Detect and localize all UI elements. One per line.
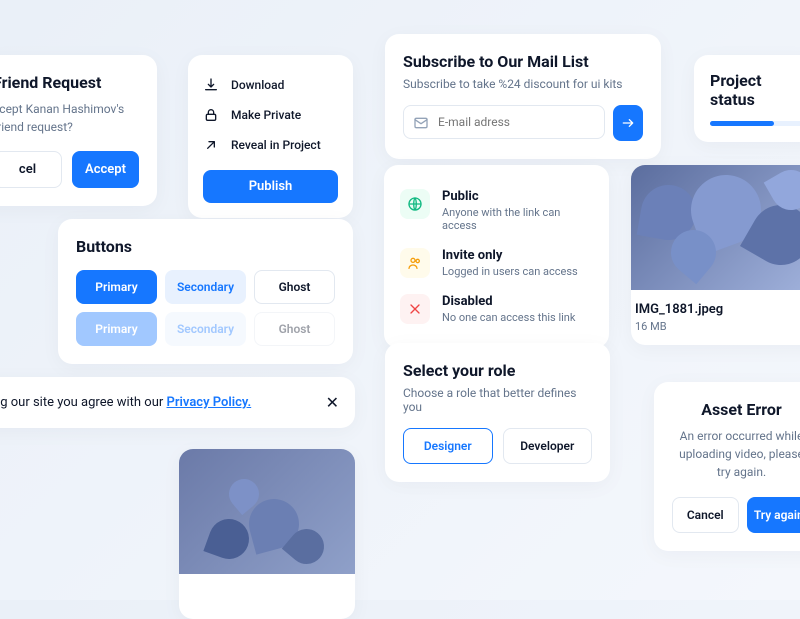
access-disabled-title: Disabled — [442, 294, 575, 309]
access-invite-title: Invite only — [442, 248, 578, 263]
asset-error-card: Asset Error An error occurred while uplo… — [654, 382, 800, 551]
btn-secondary-disabled: Secondary — [165, 312, 246, 346]
mail-icon — [413, 115, 429, 131]
buttons-card: Buttons Primary Secondary Ghost Primary … — [58, 219, 353, 364]
asseterr-cancel-button[interactable]: Cancel — [672, 497, 739, 533]
project-status-card: Project status %65 — [694, 55, 800, 142]
ctx-reveal[interactable]: Reveal in Project — [203, 130, 338, 160]
access-disabled[interactable]: Disabled No one can access this link — [400, 286, 593, 332]
friend-title: Friend Request — [0, 73, 139, 92]
subscribe-card: Subscribe to Our Mail List Subscribe to … — [385, 34, 661, 159]
users-icon — [400, 248, 430, 278]
ctx-make-private[interactable]: Make Private — [203, 100, 338, 130]
privacy-banner: using our site you agree with our Privac… — [0, 377, 355, 428]
ctx-private-label: Make Private — [231, 108, 301, 122]
access-invite[interactable]: Invite only Logged in users can access — [400, 240, 593, 286]
progress-fill — [710, 121, 774, 126]
btn-primary-disabled: Primary — [76, 312, 157, 346]
privacy-text: using our site you agree with our — [0, 395, 167, 410]
projstat-title: Project status — [710, 71, 800, 109]
download-icon — [203, 77, 219, 93]
subscribe-subtitle: Subscribe to take %24 discount for ui ki… — [403, 77, 643, 91]
context-menu: Download Make Private Reveal in Project … — [188, 55, 353, 218]
ctx-download-label: Download — [231, 78, 284, 92]
role-card: Select your role Choose a role that bett… — [385, 343, 610, 482]
ctx-reveal-label: Reveal in Project — [231, 138, 321, 152]
arrow-right-icon — [620, 115, 636, 131]
access-disabled-sub: No one can access this link — [442, 311, 575, 324]
publish-button[interactable]: Publish — [203, 170, 338, 203]
asseterr-title: Asset Error — [672, 400, 800, 419]
friend-body: ccept Kanan Hashimov's friend request? — [0, 100, 139, 136]
subscribe-submit-button[interactable] — [613, 105, 643, 141]
btn-ghost[interactable]: Ghost — [254, 270, 335, 304]
flower-image — [179, 449, 355, 574]
globe-icon — [400, 189, 430, 219]
image-preview-1 — [179, 449, 355, 619]
btn-primary[interactable]: Primary — [76, 270, 157, 304]
email-input[interactable] — [403, 105, 605, 139]
role-title: Select your role — [403, 361, 592, 380]
arrow-up-right-icon — [203, 137, 219, 153]
asseterr-body: An error occurred while uploading video,… — [672, 427, 800, 481]
access-invite-sub: Logged in users can access — [442, 265, 578, 278]
access-public[interactable]: Public Anyone with the link can access — [400, 181, 593, 240]
file-size: 16 MB — [635, 320, 800, 333]
role-developer-button[interactable]: Developer — [503, 428, 593, 464]
access-public-sub: Anyone with the link can access — [442, 206, 593, 232]
progress-bar — [710, 121, 800, 126]
role-subtitle: Choose a role that better defines you — [403, 386, 592, 414]
image-file-card[interactable]: IMG_1881.jpeg 16 MB — [631, 165, 800, 345]
friend-request-card: Friend Request ccept Kanan Hashimov's fr… — [0, 55, 157, 206]
close-icon[interactable]: ✕ — [326, 393, 339, 412]
asseterr-retry-button[interactable]: Try again — [747, 497, 800, 533]
file-name: IMG_1881.jpeg — [635, 302, 800, 317]
role-designer-button[interactable]: Designer — [403, 428, 493, 464]
btn-ghost-disabled: Ghost — [254, 312, 335, 346]
buttons-title: Buttons — [76, 237, 335, 256]
access-public-title: Public — [442, 189, 593, 204]
friend-cancel-button[interactable]: cel — [0, 151, 62, 188]
subscribe-title: Subscribe to Our Mail List — [403, 52, 643, 71]
access-card: Public Anyone with the link can access In… — [384, 165, 609, 348]
lock-icon — [203, 107, 219, 123]
hydrangea-image — [631, 165, 800, 290]
x-icon — [400, 294, 430, 324]
btn-secondary[interactable]: Secondary — [165, 270, 246, 304]
friend-accept-button[interactable]: Accept — [72, 151, 139, 188]
ctx-download[interactable]: Download — [203, 70, 338, 100]
privacy-link[interactable]: Privacy Policy. — [167, 395, 252, 410]
